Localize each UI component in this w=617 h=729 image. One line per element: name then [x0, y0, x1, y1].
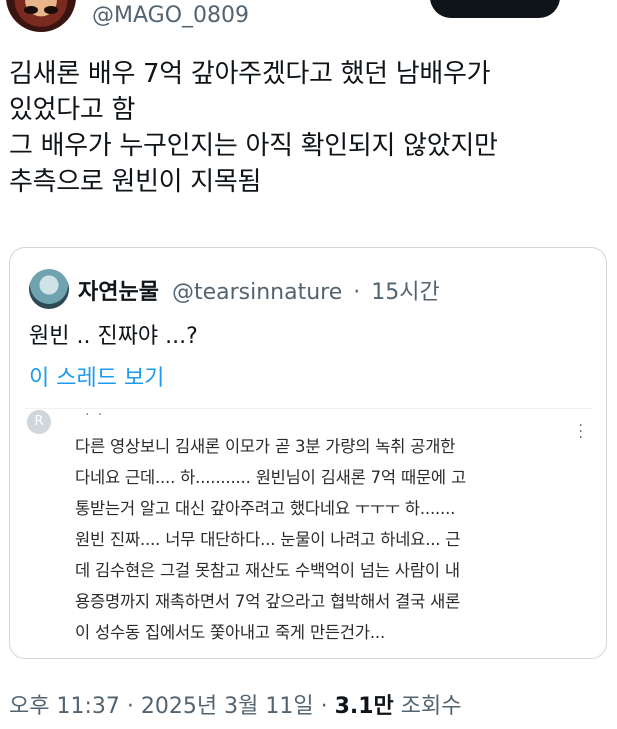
author-handle[interactable]: @MAGO_0809	[92, 3, 249, 28]
meta-separator: ·	[320, 694, 328, 719]
quoted-tweet-text: 원빈 .. 진짜야 ...?	[29, 324, 198, 349]
follow-button[interactable]	[430, 0, 560, 18]
author-avatar[interactable]	[6, 0, 76, 32]
tweet-text: 김새론 배우 7억 갚아주겠다고 했던 남배우가 있었다고 함 그 배우가 누구…	[9, 59, 498, 197]
tweet-date[interactable]: 2025년 3월 11일	[141, 694, 314, 719]
view-label: 조회수	[400, 694, 462, 719]
show-thread-link[interactable]: 이 스레드 보기	[29, 360, 164, 392]
quoted-tweet[interactable]: 자연눈물 @tearsinnature · 15시간 원빈 .. 진짜야 ...…	[9, 247, 607, 659]
meta-separator: ·	[353, 280, 361, 305]
quoted-tweet-image[interactable]: R · · · · · 다른 영상보니 김새론 이모가 곧 3분 가량의 녹취 공개…	[25, 407, 593, 658]
quoted-tweet-header: 자연눈물 @tearsinnature · 15시간	[78, 274, 440, 306]
meta-separator: ·	[126, 694, 134, 719]
tweet-time[interactable]: 오후 11:37	[9, 694, 120, 719]
quoted-author-name[interactable]: 자연눈물	[78, 280, 159, 305]
commenter-name-placeholder: · ·	[85, 407, 105, 423]
view-count: 3.1만	[334, 694, 394, 719]
avatar-eye	[24, 6, 38, 14]
quoted-author-avatar[interactable]	[29, 269, 69, 309]
tweet-meta: 오후 11:37 · 2025년 3월 11일 · 3.1만 조회수	[9, 688, 462, 720]
commenter-avatar: R	[27, 410, 51, 434]
quoted-tweet-time[interactable]: 15시간	[371, 280, 439, 305]
avatar-eye	[44, 6, 58, 14]
quoted-author-handle[interactable]: @tearsinnature	[172, 280, 342, 305]
comment-screenshot-text: 다른 영상보니 김새론 이모가 곧 3분 가량의 녹취 공개한 다네요 근데..…	[75, 437, 466, 642]
